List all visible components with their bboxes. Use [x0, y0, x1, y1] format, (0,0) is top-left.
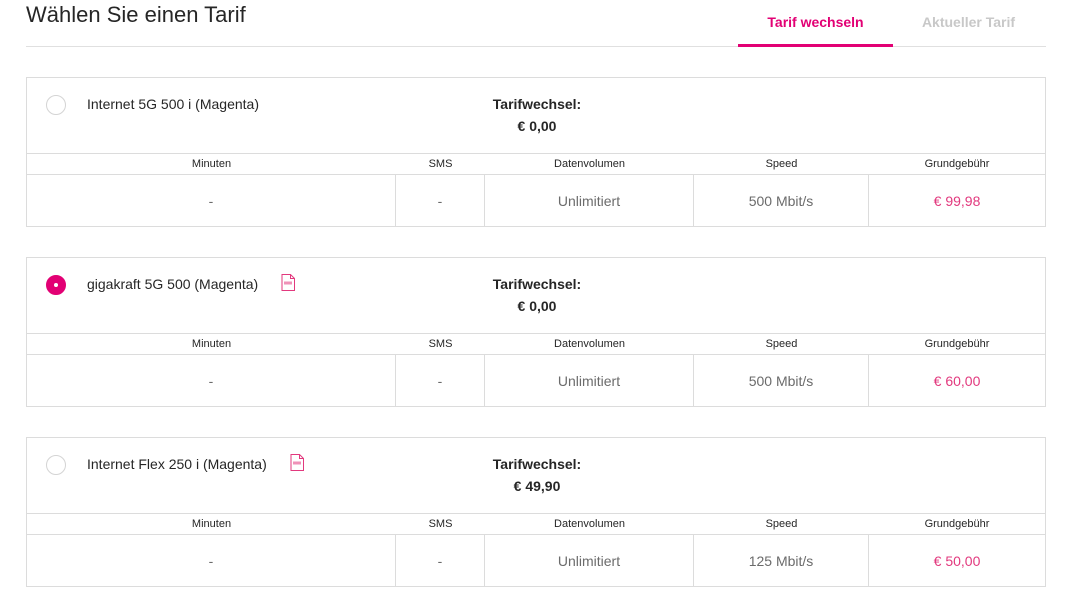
cell-sms: -: [396, 355, 485, 407]
column-header-sms: SMS: [428, 158, 453, 170]
cell-speed: 500 Mbit/s: [694, 355, 869, 407]
column-header-speed: Speed: [765, 158, 798, 170]
plan-card[interactable]: Internet Flex 250 i (Magenta) Tarifwechs…: [26, 437, 1046, 587]
tarifwechsel-label: Tarifwechsel:: [492, 96, 582, 112]
column-header-grundgebuehr: Grundgebühr: [924, 518, 990, 530]
cell-minuten: -: [27, 175, 396, 227]
cell-sms: -: [396, 535, 485, 587]
table-header-row: Minuten SMS Datenvolumen Speed Grundgebü…: [27, 514, 1045, 535]
cell-minuten: -: [27, 355, 396, 407]
cell-datenvolumen: Unlimitiert: [485, 355, 694, 407]
plan-card-header: Internet Flex 250 i (Magenta) Tarifwechs…: [27, 438, 1045, 513]
table-row: - - Unlimitiert 125 Mbit/s € 50,00: [27, 535, 1045, 587]
column-header-datenvolumen: Datenvolumen: [554, 338, 625, 350]
plan-card[interactable]: gigakraft 5G 500 (Magenta) Tarifwechsel:…: [26, 257, 1046, 407]
column-header-speed: Speed: [765, 338, 798, 350]
tab-aktueller-tarif[interactable]: Aktueller Tarif: [896, 0, 1041, 47]
column-header-datenvolumen: Datenvolumen: [554, 518, 625, 530]
tab-bar: Tarif wechseln Aktueller Tarif: [26, 0, 1046, 47]
table-header-row: Minuten SMS Datenvolumen Speed Grundgebü…: [27, 334, 1045, 355]
tab-tarif-wechseln[interactable]: Tarif wechseln: [738, 0, 893, 47]
column-header-datenvolumen: Datenvolumen: [554, 158, 625, 170]
column-header-grundgebuehr: Grundgebühr: [924, 338, 990, 350]
cell-grundgebuehr: € 60,00: [933, 373, 981, 389]
cell-speed: 500 Mbit/s: [694, 175, 869, 227]
column-header-minuten: Minuten: [191, 158, 232, 170]
plan-details-table: Minuten SMS Datenvolumen Speed Grundgebü…: [27, 333, 1045, 407]
cell-minuten: -: [27, 535, 396, 587]
plan-card-header: Internet 5G 500 i (Magenta) Tarifwechsel…: [27, 78, 1045, 153]
plan-details-table: Minuten SMS Datenvolumen Speed Grundgebü…: [27, 153, 1045, 227]
cell-speed: 125 Mbit/s: [694, 535, 869, 587]
cell-datenvolumen: Unlimitiert: [485, 535, 694, 587]
tarifwechsel-label: Tarifwechsel:: [492, 276, 582, 292]
cell-grundgebuehr: € 50,00: [933, 553, 981, 569]
cell-datenvolumen: Unlimitiert: [485, 175, 694, 227]
table-row: - - Unlimitiert 500 Mbit/s € 99,98: [27, 175, 1045, 227]
table-row: - - Unlimitiert 500 Mbit/s € 60,00: [27, 355, 1045, 407]
column-header-sms: SMS: [428, 338, 453, 350]
tarifwechsel-value: € 0,00: [517, 298, 557, 314]
table-header-row: Minuten SMS Datenvolumen Speed Grundgebü…: [27, 154, 1045, 175]
cell-sms: -: [396, 175, 485, 227]
column-header-minuten: Minuten: [191, 338, 232, 350]
plan-card[interactable]: Internet 5G 500 i (Magenta) Tarifwechsel…: [26, 77, 1046, 227]
tarifwechsel-value: € 0,00: [517, 118, 557, 134]
tarifwechsel-label: Tarifwechsel:: [492, 456, 582, 472]
cell-grundgebuehr: € 99,98: [933, 193, 981, 209]
column-header-grundgebuehr: Grundgebühr: [924, 158, 990, 170]
column-header-speed: Speed: [765, 518, 798, 530]
column-header-sms: SMS: [428, 518, 453, 530]
plan-details-table: Minuten SMS Datenvolumen Speed Grundgebü…: [27, 513, 1045, 587]
tarifwechsel-value: € 49,90: [513, 478, 561, 494]
plan-card-header: gigakraft 5G 500 (Magenta) Tarifwechsel:…: [27, 258, 1045, 333]
column-header-minuten: Minuten: [191, 518, 232, 530]
